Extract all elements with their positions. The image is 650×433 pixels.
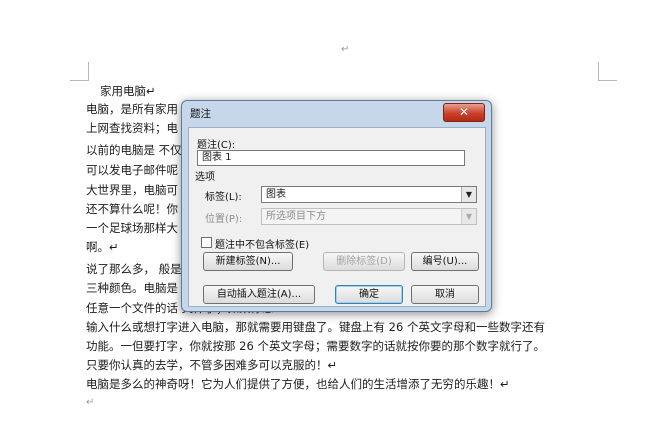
position-select-value: 所选项目下方 (266, 211, 326, 222)
paragraph-mark: ↵ (341, 44, 350, 55)
dialog-title: 题注 (190, 108, 211, 120)
ok-button[interactable]: 确定 (335, 285, 403, 304)
close-icon: ✕ (458, 105, 470, 119)
page-corner-mark-left (70, 62, 89, 81)
position-label: 位置(P): (205, 214, 243, 225)
caption-dialog: 题注 ✕ 题注(C): 图表 1 选项 标签(L): 图表 ▼ 位置(P): 所… (181, 100, 492, 312)
caption-input[interactable]: 图表 1 (197, 150, 465, 166)
chevron-down-icon[interactable]: ▼ (461, 209, 476, 224)
doc-line: 输入什么或想打字进入电脑，那就需要用键盘了。键盘上有 26 个英文字母和一些数字… (86, 320, 545, 334)
exclude-label-checkbox[interactable] (201, 237, 212, 248)
page-corner-mark-right (598, 62, 617, 81)
options-group-label: 选项 (195, 172, 215, 183)
doc-line: 功能。一但要打字，你就按那 26 个英文字母；需要数字的话就按你要的那个数字就行… (86, 339, 545, 353)
dialog-body: 题注(C): 图表 1 选项 标签(L): 图表 ▼ 位置(P): 所选项目下方… (188, 127, 486, 307)
doc-line: 上网查找资料；电 (86, 121, 178, 135)
new-label-button[interactable]: 新建标签(N)... (203, 252, 293, 271)
delete-label-button[interactable]: 删除标签(D) (323, 252, 405, 271)
doc-line: ↵ (86, 397, 95, 408)
doc-line: 只要你认真的去学，不管多困难多可以克服的！↵ (86, 358, 338, 372)
label-label: 标签(L): (205, 192, 242, 203)
doc-line: 电脑是多么的神奇呀！它为人们提供了方便，也给人们的生活增添了无穷的乐趣！↵ (86, 377, 510, 391)
autocaption-button[interactable]: 自动插入题注(A)... (203, 285, 315, 304)
chevron-down-icon[interactable]: ▼ (461, 187, 476, 202)
caption-label: 题注(C): (197, 140, 236, 151)
doc-line: 家用电脑↵ (100, 84, 156, 98)
dialog-titlebar[interactable]: 题注 ✕ (182, 101, 491, 123)
doc-line: 啊。↵ (86, 240, 119, 254)
label-select[interactable]: 图表 ▼ (261, 186, 477, 203)
label-select-value: 图表 (266, 189, 286, 200)
cancel-button[interactable]: 取消 (411, 285, 479, 304)
close-button[interactable]: ✕ (443, 103, 485, 122)
position-select[interactable]: 所选项目下方 ▼ (261, 208, 477, 225)
exclude-label-text: 题注中不包含标签(E) (215, 240, 310, 251)
numbering-button[interactable]: 编号(U)... (411, 252, 479, 271)
